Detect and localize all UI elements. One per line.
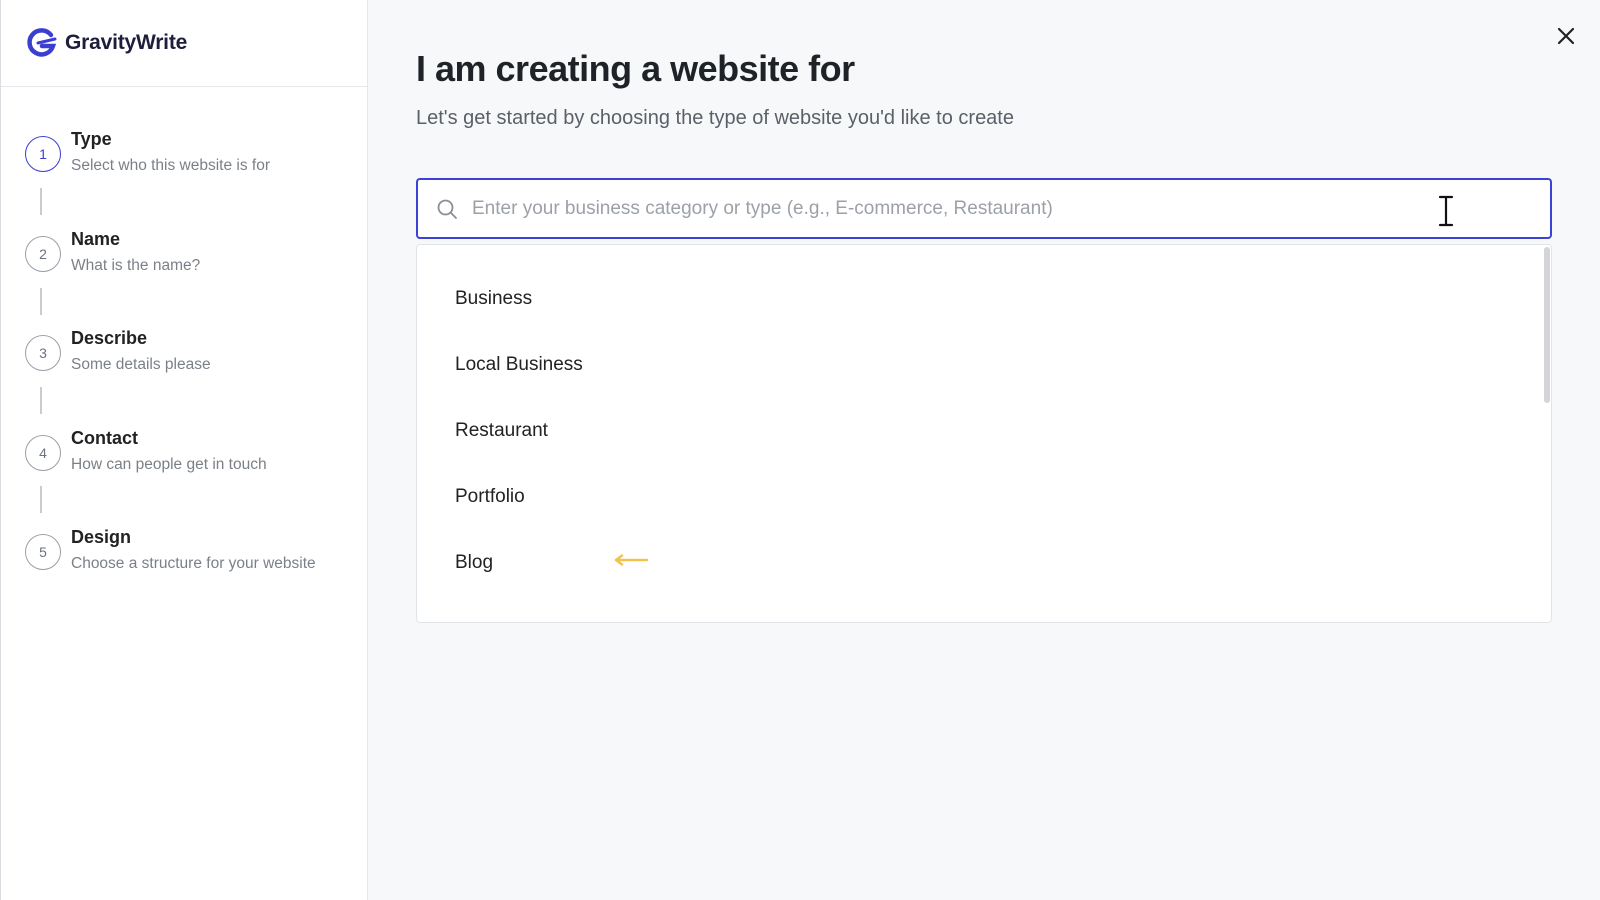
step-connector <box>40 486 42 513</box>
arrow-left-icon <box>614 554 649 566</box>
step-number: 2 <box>25 236 61 272</box>
brand-name: GravityWrite <box>65 31 188 54</box>
main-panel: I am creating a website for Let's get st… <box>368 0 1600 900</box>
step-title: Name <box>71 229 121 249</box>
step-subtitle: How can people get in touch <box>71 456 267 473</box>
step-describe[interactable]: 3 Describe Some details please <box>25 327 355 387</box>
step-connector <box>40 188 42 215</box>
step-number: 3 <box>25 335 61 371</box>
option-local-business[interactable]: Local Business <box>455 354 583 376</box>
sidebar: GravityWrite 1 Type Select who this webs… <box>0 0 368 900</box>
step-name[interactable]: 2 Name What is the name? <box>25 228 355 288</box>
step-title: Design <box>71 527 132 547</box>
search-icon <box>437 199 457 219</box>
close-icon <box>1557 27 1575 45</box>
step-design[interactable]: 5 Design Choose a structure for your web… <box>25 526 355 586</box>
step-number: 1 <box>25 136 61 172</box>
step-title: Contact <box>71 428 138 448</box>
step-title: Describe <box>71 328 148 348</box>
step-subtitle: What is the name? <box>71 257 201 274</box>
category-dropdown: Business Local Business Restaurant Portf… <box>416 244 1552 623</box>
brand-header: GravityWrite <box>1 0 367 87</box>
step-title: Type <box>71 129 112 149</box>
step-subtitle: Some details please <box>71 356 211 373</box>
page-title: I am creating a website for <box>416 48 855 89</box>
step-subtitle: Select who this website is for <box>71 157 271 174</box>
step-type[interactable]: 1 Type Select who this website is for <box>25 128 355 188</box>
dropdown-scrollbar[interactable] <box>1544 247 1550 403</box>
step-number: 4 <box>25 435 61 471</box>
text-cursor-icon <box>1437 194 1455 228</box>
option-blog[interactable]: Blog <box>455 552 493 574</box>
close-button[interactable] <box>1552 22 1580 50</box>
gravitywrite-logo-icon <box>27 28 57 57</box>
step-subtitle: Choose a structure for your website <box>71 555 316 572</box>
page-subtitle: Let's get started by choosing the type o… <box>416 107 1014 129</box>
step-number: 5 <box>25 534 61 570</box>
search-box[interactable] <box>416 178 1552 239</box>
step-connector <box>40 387 42 414</box>
option-business[interactable]: Business <box>455 288 532 310</box>
step-connector <box>40 288 42 315</box>
option-restaurant[interactable]: Restaurant <box>455 420 548 442</box>
option-portfolio[interactable]: Portfolio <box>455 486 525 508</box>
step-contact[interactable]: 4 Contact How can people get in touch <box>25 427 355 487</box>
search-input[interactable] <box>472 197 1522 220</box>
